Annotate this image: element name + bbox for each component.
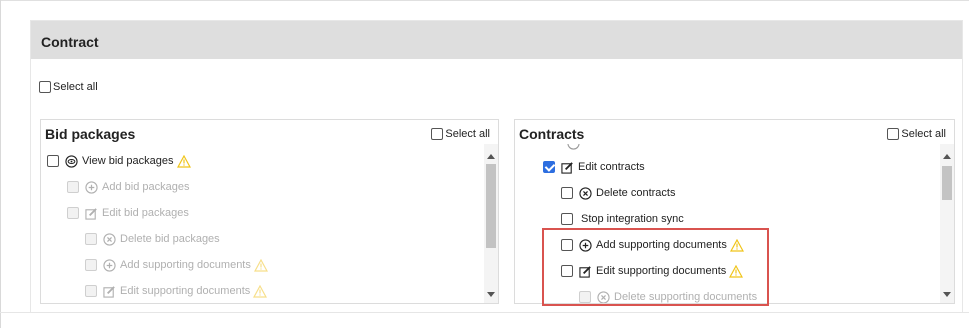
item-label: Edit bid packages xyxy=(102,207,189,220)
item-checkbox[interactable] xyxy=(561,213,573,226)
highlight-box xyxy=(542,228,769,306)
section-title: Contract xyxy=(31,21,962,59)
view-icon xyxy=(65,154,78,168)
select-all-label: Select all xyxy=(901,128,946,141)
contracts-panel: Contracts Select all Edit contracts Dele… xyxy=(514,119,955,306)
item-label: Edit supporting documents xyxy=(120,285,251,298)
page-left-border xyxy=(0,0,1,328)
select-all-checkbox[interactable] xyxy=(39,81,51,94)
contracts-select-all[interactable]: Select all xyxy=(887,128,946,141)
list-item: Delete bid packages xyxy=(85,231,220,247)
edit-icon xyxy=(561,161,574,174)
select-all-checkbox[interactable] xyxy=(431,128,444,141)
contracts-scrollbar[interactable] xyxy=(940,144,954,303)
item-label: Edit contracts xyxy=(578,161,645,174)
bid-packages-panel: Bid packages Select all View bid package… xyxy=(40,119,499,304)
warning-icon xyxy=(253,284,268,298)
contract-select-all[interactable]: Select all xyxy=(39,81,98,94)
scroll-thumb[interactable] xyxy=(942,166,952,200)
list-item: Edit bid packages xyxy=(67,205,189,221)
item-checkbox xyxy=(67,207,79,220)
item-checkbox[interactable] xyxy=(543,161,555,174)
list-item[interactable]: Stop integration sync xyxy=(561,211,684,227)
add-icon xyxy=(85,180,98,194)
scroll-down-arrow[interactable] xyxy=(943,292,951,297)
select-all-checkbox[interactable] xyxy=(887,128,900,141)
warning-icon xyxy=(253,258,268,272)
bid-packages-select-all[interactable]: Select all xyxy=(431,128,490,141)
partial-list-item xyxy=(567,144,584,151)
page-bottom-border xyxy=(0,312,969,313)
list-item: Add bid packages xyxy=(67,179,189,195)
scroll-up-arrow[interactable] xyxy=(487,154,495,159)
scroll-down-arrow[interactable] xyxy=(487,292,495,297)
list-item[interactable]: Edit contracts xyxy=(543,159,645,175)
item-checkbox[interactable] xyxy=(561,187,573,200)
item-checkbox xyxy=(67,181,79,194)
item-label: Add supporting documents xyxy=(120,259,251,272)
delete-icon xyxy=(103,232,116,246)
item-label: Add bid packages xyxy=(102,181,190,194)
list-item[interactable]: View bid packages xyxy=(47,153,191,169)
item-checkbox[interactable] xyxy=(47,155,59,168)
bid-packages-scrollbar[interactable] xyxy=(484,144,498,303)
item-label: Delete bid packages xyxy=(120,233,220,246)
add-icon xyxy=(103,258,116,272)
select-all-label: Select all xyxy=(445,128,490,141)
delete-icon xyxy=(579,186,592,200)
warning-icon xyxy=(176,154,191,168)
contracts-title: Contracts xyxy=(519,126,585,142)
select-all-label: Select all xyxy=(53,81,98,94)
item-checkbox xyxy=(85,233,97,246)
contract-permissions-panel: Contract Select all Bid packages Select … xyxy=(30,20,963,312)
page-top-border xyxy=(0,0,969,1)
list-item: Edit supporting documents xyxy=(85,283,268,299)
item-checkbox xyxy=(85,259,97,272)
scroll-thumb[interactable] xyxy=(486,164,496,248)
item-label: Delete contracts xyxy=(596,187,676,200)
list-item[interactable]: Delete contracts xyxy=(561,185,675,201)
edit-icon xyxy=(103,285,116,298)
edit-icon xyxy=(85,207,98,220)
partial-icon xyxy=(567,144,580,150)
item-checkbox xyxy=(85,285,97,298)
scroll-up-arrow[interactable] xyxy=(943,154,951,159)
item-label: View bid packages xyxy=(82,155,174,168)
bid-packages-title: Bid packages xyxy=(45,126,136,142)
list-item: Add supporting documents xyxy=(85,257,268,273)
item-label: Stop integration sync xyxy=(581,213,684,226)
bid-packages-list: View bid packages Add bid packages Edit … xyxy=(41,144,482,303)
